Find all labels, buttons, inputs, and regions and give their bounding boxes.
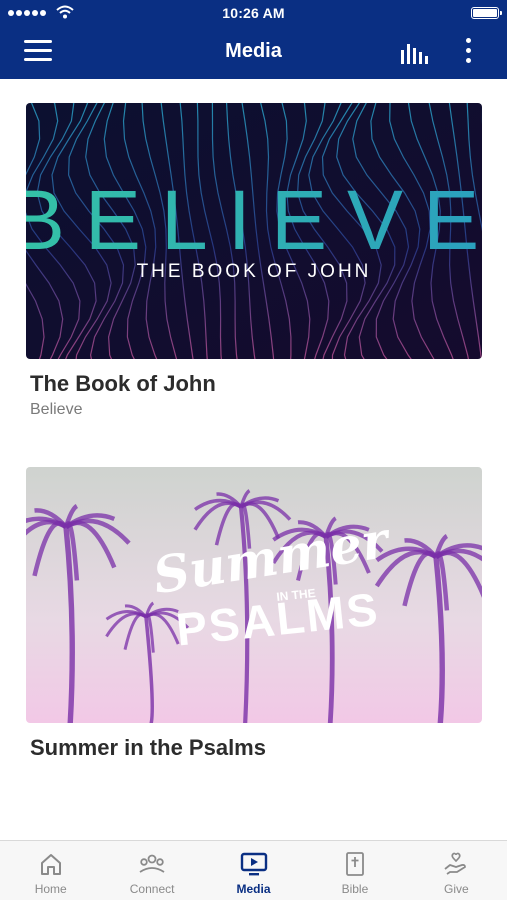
tab-media[interactable]: Media [203,841,304,900]
status-bar: 10:26 AM [0,0,507,26]
media-series-card-summer-in-the-psalms[interactable]: Summer IN THE PSALMS Summer in the Psalm… [26,467,482,761]
tab-home[interactable]: Home [0,841,101,900]
artwork-subtitle: THE BOOK OF JOHN [137,261,372,282]
bottom-tab-bar: Home Connect Media Bible Give [0,840,507,900]
series-title[interactable]: Summer in the Psalms [30,735,482,761]
hand-heart-icon [444,852,467,875]
series-artwork-believe[interactable]: BELIEVE THE BOOK OF JOHN [26,103,482,359]
home-icon [40,854,61,875]
audio-bars-icon[interactable] [398,40,432,66]
more-options-icon[interactable] [458,38,478,68]
status-time: 10:26 AM [222,5,285,21]
media-series-card-book-of-john[interactable]: BELIEVE THE BOOK OF JOHN The Book of Joh… [26,103,482,419]
tab-label: Give [443,882,469,896]
tab-label: Bible [341,882,369,896]
tv-play-icon [240,852,267,876]
top-bar: 10:26 AM Media [0,0,507,79]
bible-icon [346,852,364,876]
people-icon [139,854,165,873]
tab-label: Media [236,882,271,896]
tab-connect[interactable]: Connect [101,841,202,900]
artwork-title-believe: BELIEVE [26,173,482,267]
tab-label: Connect [129,882,175,896]
tab-label: Home [34,882,67,896]
series-artwork-summer-psalms[interactable]: Summer IN THE PSALMS [26,467,482,723]
tab-give[interactable]: Give [406,841,507,900]
series-subtitle: Believe [30,401,83,418]
series-title[interactable]: The Book of John [30,371,482,397]
nav-header: Media [0,26,507,79]
battery-icon [471,7,502,19]
tab-bible[interactable]: Bible [304,841,405,900]
